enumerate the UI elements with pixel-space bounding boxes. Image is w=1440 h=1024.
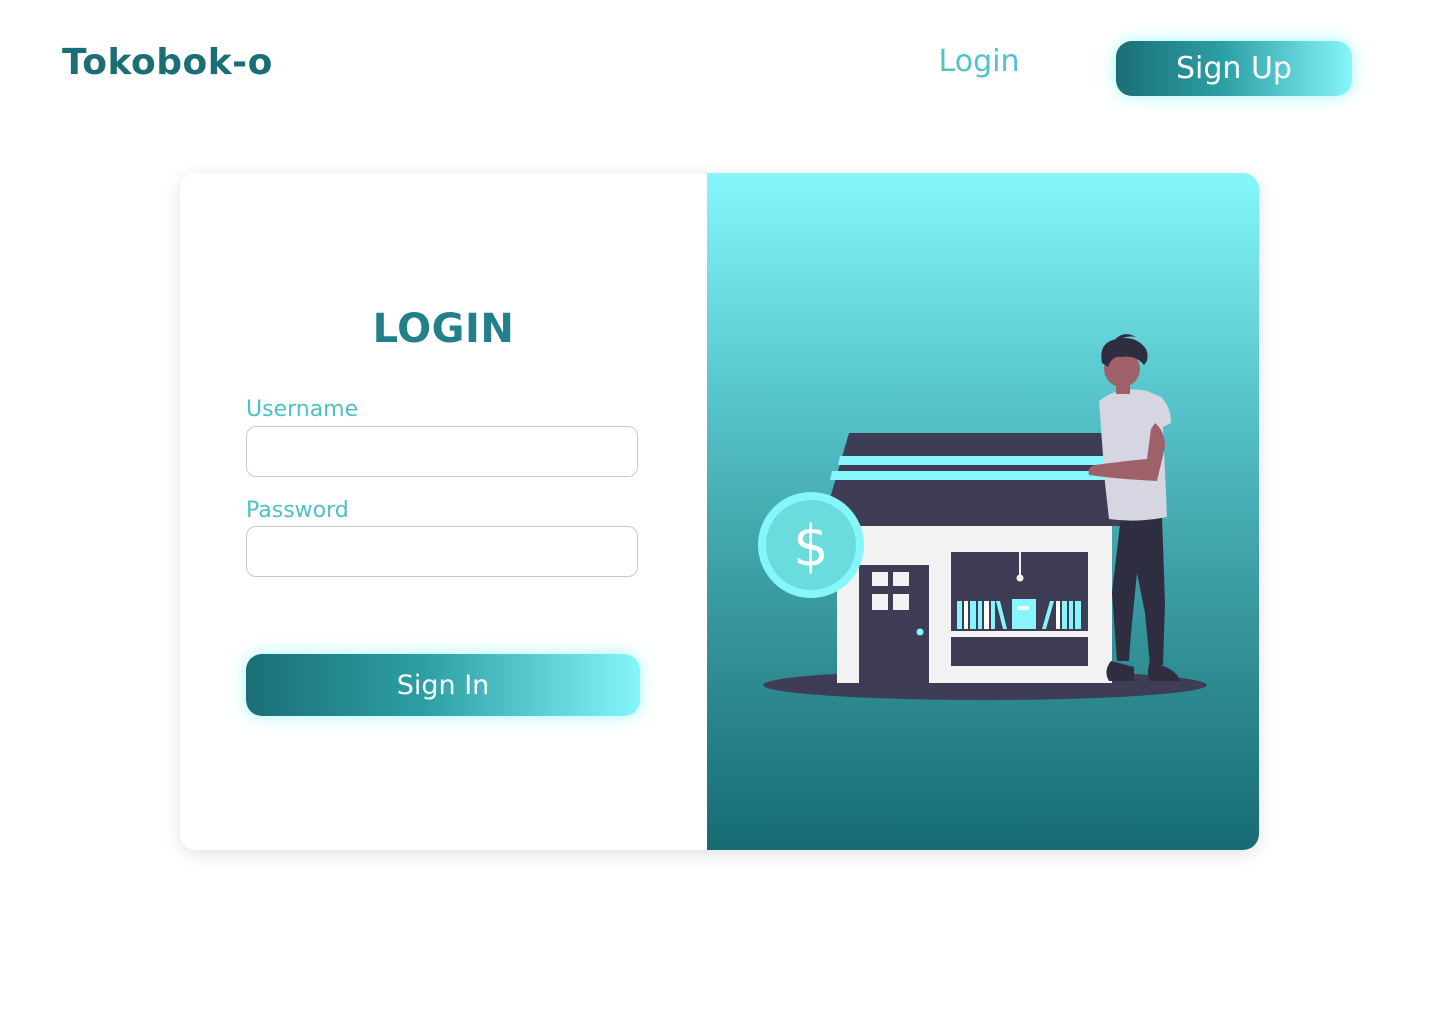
nav-login-link[interactable]: Login (900, 44, 1058, 79)
sign-in-button[interactable]: Sign In (246, 654, 640, 716)
password-input[interactable] (246, 526, 638, 577)
username-input[interactable] (246, 426, 638, 477)
illustration-panel: $ (707, 173, 1259, 850)
login-card: LOGIN Username Password Sign In $ (180, 173, 1259, 850)
store-with-person-icon: $ (758, 334, 1207, 700)
login-form-panel: LOGIN Username Password Sign In (180, 173, 707, 850)
dollar-symbol: $ (793, 514, 829, 579)
password-label: Password (246, 498, 349, 523)
nav-signup-button[interactable]: Sign Up (1116, 41, 1352, 96)
login-title: LOGIN (372, 306, 515, 352)
username-label: Username (246, 397, 359, 422)
page: Tokobok-o Login Sign Up LOGIN Username P… (0, 0, 1440, 1024)
brand-logo: Tokobok-o (62, 42, 273, 83)
